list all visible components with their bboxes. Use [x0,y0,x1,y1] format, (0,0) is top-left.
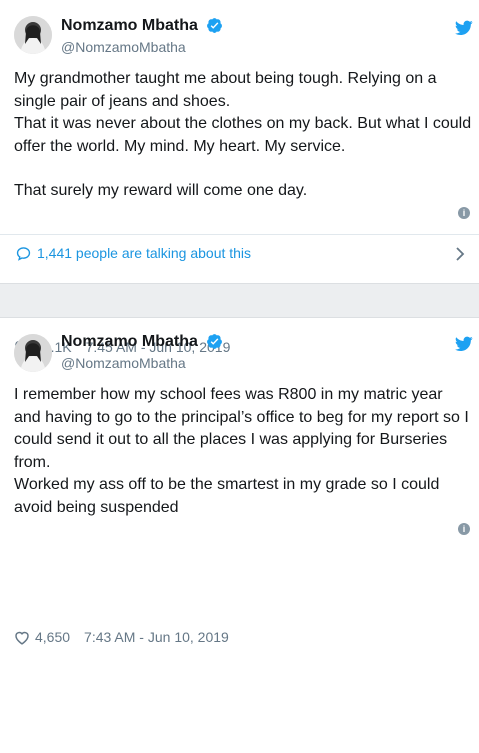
avatar-photo [14,16,52,54]
like-count[interactable]: 4,650 [35,629,70,645]
avatar[interactable] [14,16,52,54]
tweet-line: from. [14,453,51,471]
tweet-line: Worked my ass off to be the smartest in … [14,476,440,493]
chevron-right-icon[interactable] [455,246,465,262]
talking-text: 1,441 people are talking about this [37,245,252,261]
verified-badge-icon [207,334,223,350]
twitter-bird-icon[interactable] [455,336,473,352]
twitter-bird-icon[interactable] [455,20,473,36]
heart-icon[interactable] [14,630,30,645]
tweet-line: avoid being suspended [14,498,179,516]
tweet-line: I remember how my school fees was R800 i… [14,386,443,403]
author-name-text: Nomzamo Mbatha [61,17,198,34]
timestamp[interactable]: 7:43 AM - Jun 10, 2019 [84,629,229,645]
avatar[interactable] [14,334,52,372]
divider [0,234,479,235]
verified-badge-icon [207,18,223,34]
tweet-line: That it was never about the clothes on m… [14,115,472,132]
comment-bubble-icon [16,246,31,261]
tweet-line: offer the world. My mind. My heart. My s… [14,137,346,155]
tweet-line: My grandmother taught me about being tou… [14,70,437,87]
info-icon[interactable]: i [458,523,470,535]
tweet-separator [0,283,479,318]
tweet-meta: 4,650 7:43 AM - Jun 10, 2019 [14,521,229,753]
tweet-line: and having to go to the principal’s offi… [14,408,469,426]
info-icon[interactable]: i [458,207,470,219]
tweet-line: could send it out to all the places I wa… [14,431,448,448]
tweet-line: single pair of jeans and shoes. [14,92,231,110]
talking-link[interactable]: 1,441 people are talking about this [16,245,251,261]
tweet-line: That surely my reward will come one day. [14,182,308,199]
avatar-photo [14,334,52,372]
author-name-text: Nomzamo Mbatha [61,333,198,350]
